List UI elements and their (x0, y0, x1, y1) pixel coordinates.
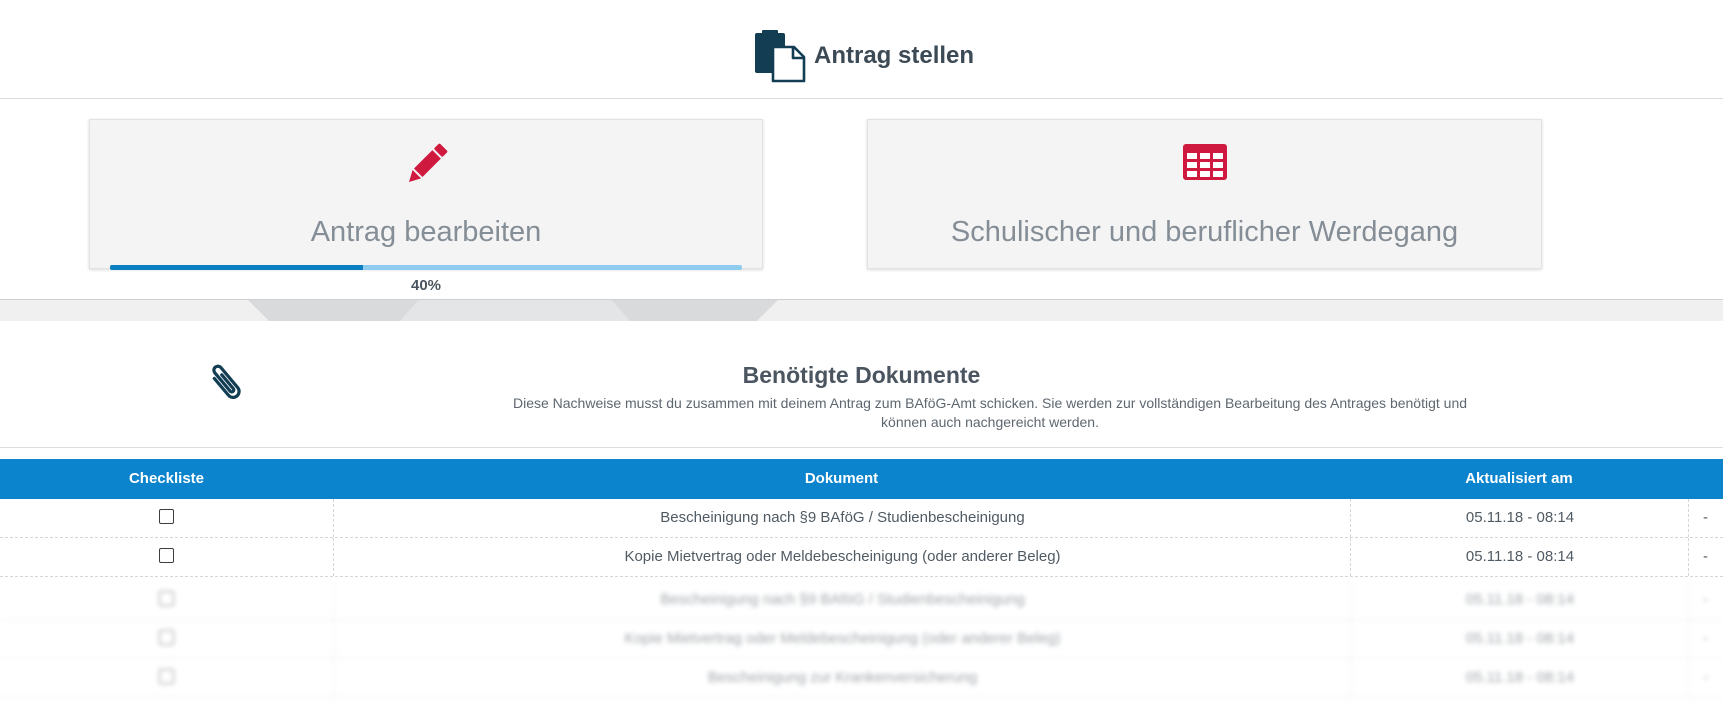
checklist-checkbox[interactable] (159, 669, 174, 685)
row-action[interactable]: - (1688, 538, 1723, 576)
checklist-checkbox[interactable] (159, 509, 174, 525)
table-row: Bescheinigung nach §9 BAföG / Studienbes… (0, 581, 1723, 620)
edit-application-card[interactable]: Antrag bearbeiten 40% (89, 119, 763, 294)
checklist-cell (0, 538, 333, 576)
updated-date: 05.11.18 - 08:14 (1350, 581, 1689, 619)
divider-shape-inner (400, 300, 630, 321)
table-row: Bescheinigung zur Krankenversicherung 05… (0, 659, 1723, 698)
documents-header: Benötigte Dokumente Diese Nachweise muss… (0, 320, 1723, 448)
row-action[interactable]: - (1688, 659, 1723, 697)
table-row: Bescheinigung nach §9 BAföG / Studienbes… (0, 499, 1723, 538)
document-name: Bescheinigung zur Krankenversicherung (333, 659, 1351, 697)
checklist-checkbox[interactable] (159, 591, 174, 607)
column-header-checklist[interactable]: Checkliste (0, 459, 333, 499)
row-action[interactable]: - (1688, 499, 1723, 537)
checklist-checkbox[interactable] (159, 630, 174, 646)
career-history-card[interactable]: Schulischer und beruflicher Werdegang (867, 119, 1542, 269)
section-divider (0, 299, 1723, 321)
header-title-group: Antrag stellen (752, 30, 975, 83)
column-header-updated[interactable]: Aktualisiert am (1350, 459, 1688, 499)
documents-title: Benötigte Dokumente (742, 362, 981, 388)
documents-description-line2: können auch nachgereicht werden. (881, 414, 1099, 430)
checklist-cell (0, 581, 333, 619)
document-name: Bescheinigung nach §9 BAföG / Studienbes… (333, 581, 1351, 619)
documents-description: Diese Nachweise musst du zusammen mit de… (470, 394, 1510, 432)
updated-date: 05.11.18 - 08:14 (1350, 499, 1689, 537)
row-action[interactable]: - (1688, 581, 1723, 619)
document-name: Kopie Mietvertrag oder Meldebescheinigun… (333, 538, 1351, 576)
checklist-checkbox[interactable] (159, 548, 174, 564)
table-row: Kopie Mietvertrag oder Meldebescheinigun… (0, 538, 1723, 577)
progress-bar (110, 265, 742, 270)
checklist-cell (0, 499, 333, 537)
cards-section: Antrag bearbeiten 40% Schulischer und be… (0, 99, 1723, 299)
table-row: Kopie Mietvertrag oder Meldebescheinigun… (0, 620, 1723, 659)
documents-description-line1: Diese Nachweise musst du zusammen mit de… (512, 395, 1468, 411)
edit-application-title: Antrag bearbeiten (310, 216, 542, 248)
document-name: Kopie Mietvertrag oder Meldebescheinigun… (333, 620, 1351, 658)
column-header-document[interactable]: Dokument (333, 459, 1350, 499)
table-icon (1182, 144, 1227, 180)
pencil-icon (409, 143, 448, 182)
document-name: Bescheinigung nach §9 BAföG / Studienbes… (333, 499, 1351, 537)
checklist-cell (0, 620, 333, 658)
page-header: Antrag stellen (0, 0, 1723, 99)
career-history-title: Schulischer und beruflicher Werdegang (950, 216, 1459, 248)
updated-date: 05.11.18 - 08:14 (1350, 659, 1689, 697)
table-header: Checkliste Dokument Aktualisiert am (0, 459, 1723, 499)
checklist-cell (0, 659, 333, 697)
progress-fill (110, 265, 363, 270)
row-action[interactable]: - (1688, 620, 1723, 658)
blurred-rows: Bescheinigung nach §9 BAföG / Studienbes… (0, 581, 1723, 698)
page-title: Antrag stellen (814, 42, 975, 69)
documents-icon (755, 30, 806, 83)
updated-date: 05.11.18 - 08:14 (1350, 538, 1689, 576)
progress-label: 40% (410, 277, 442, 294)
updated-date: 05.11.18 - 08:14 (1350, 620, 1689, 658)
documents-table: Checkliste Dokument Aktualisiert am Besc… (0, 459, 1723, 698)
